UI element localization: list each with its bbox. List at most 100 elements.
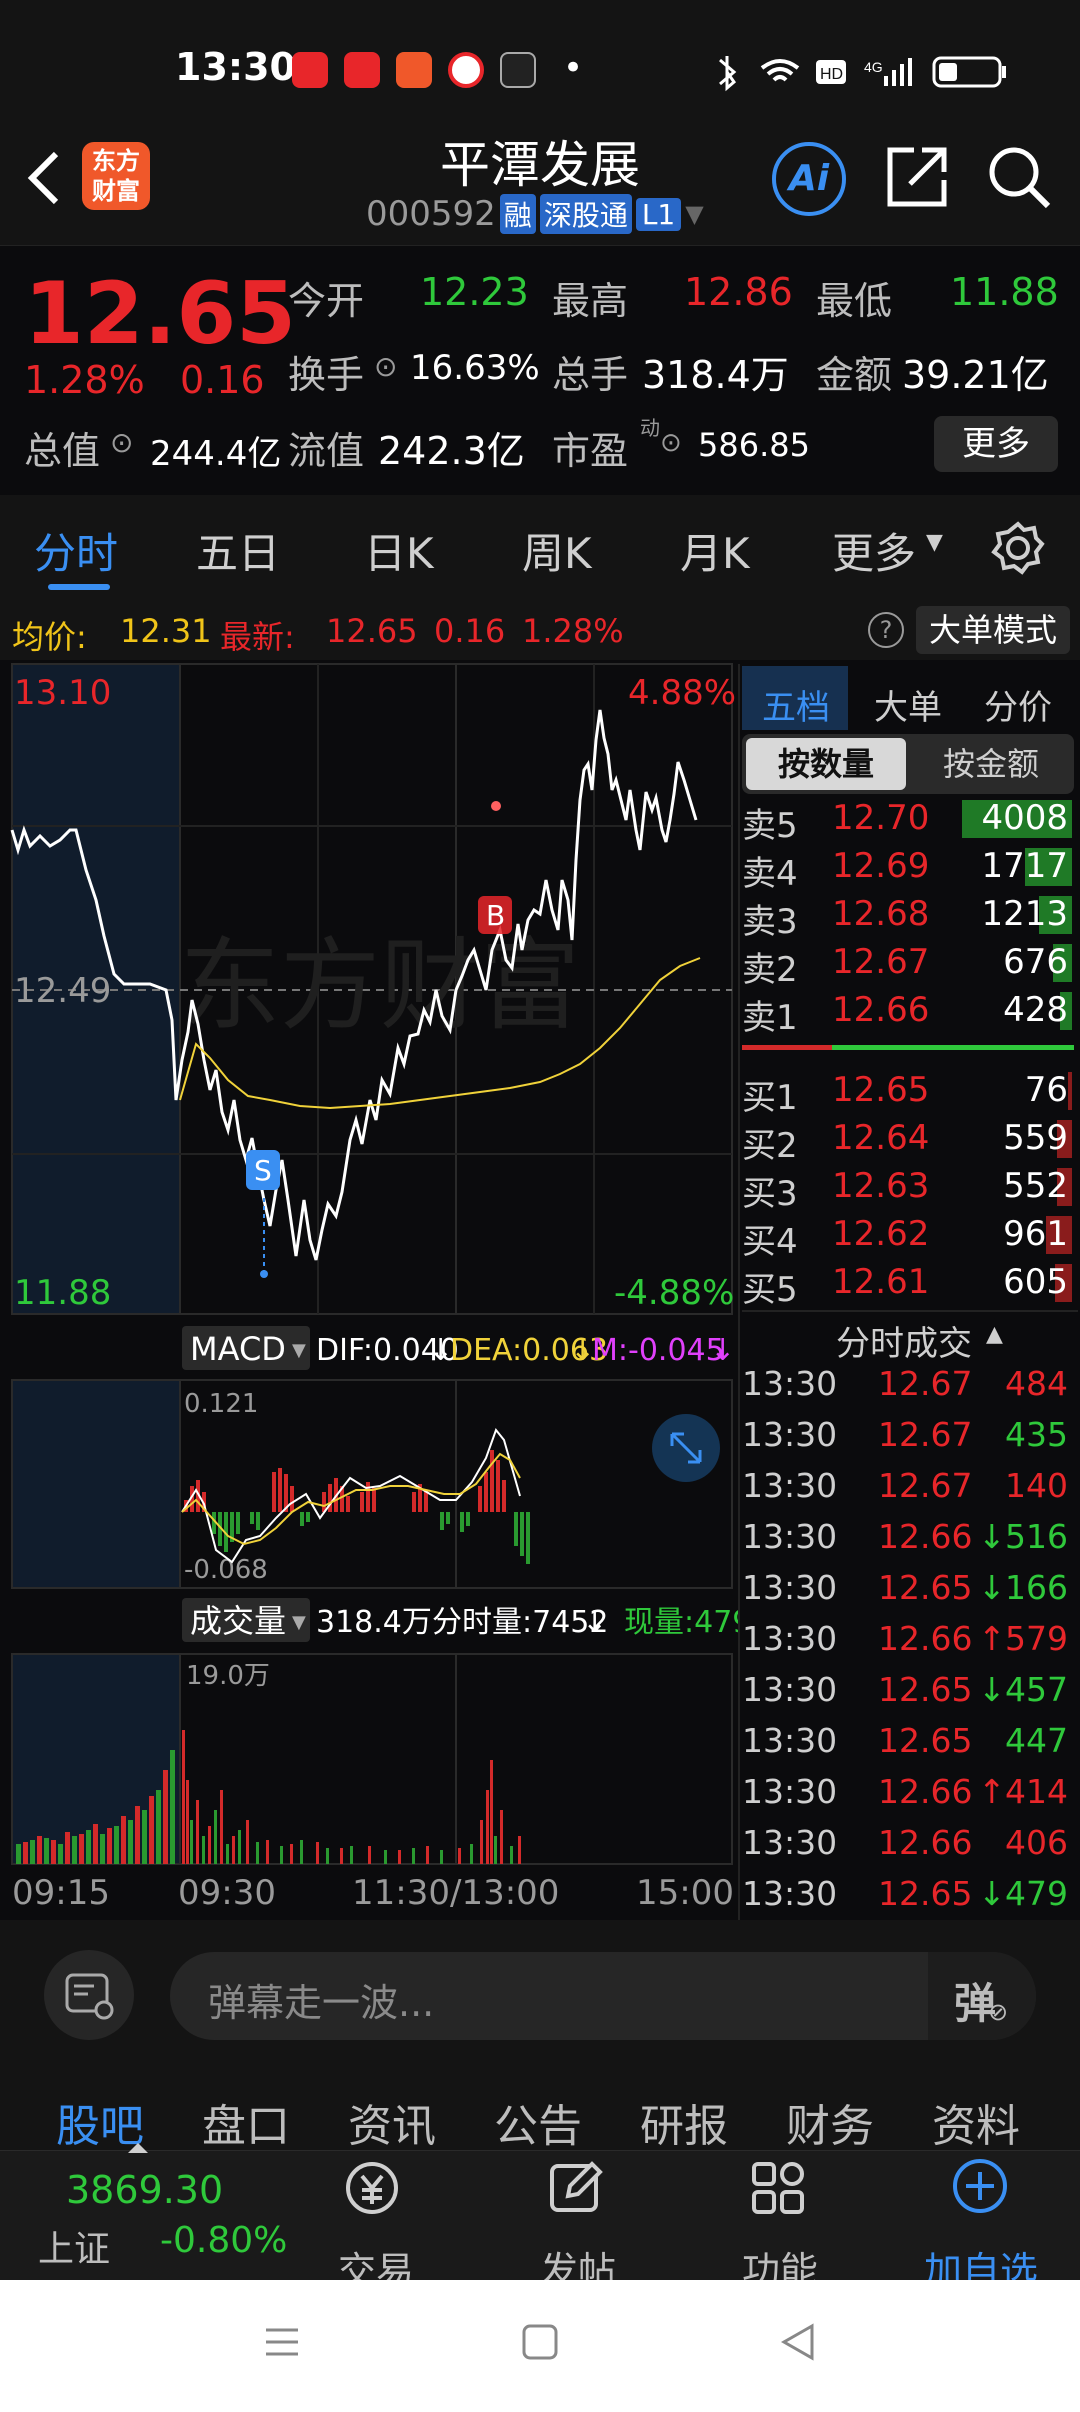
tab-big-orders[interactable]: 大单 xyxy=(874,680,942,729)
tab-news[interactable]: 资讯 xyxy=(348,2090,436,2154)
ask-label: 卖3 xyxy=(742,902,798,942)
add-watchlist-icon[interactable] xyxy=(950,2156,1010,2216)
trade-price: 12.65 xyxy=(878,1670,973,1709)
intraday-chart[interactable]: 东方财富 S B 13.10 12.49 11.88 4.88% -4.88% … xyxy=(0,660,738,1920)
bid-ask-ratio-green xyxy=(832,1045,1074,1050)
danmu-settings-icon[interactable] xyxy=(64,1972,116,2020)
turnover-label: 换手 xyxy=(288,353,365,397)
tab-financials[interactable]: 财务 xyxy=(786,2090,874,2154)
index-up-caret-icon xyxy=(128,2143,148,2153)
asks-level-row[interactable]: 卖3 12.68 1213 xyxy=(742,890,1076,942)
tab-daily-k[interactable]: 日K xyxy=(364,520,434,581)
tab-monthly-k[interactable]: 月K xyxy=(680,520,750,581)
turnover-value: 16.63% xyxy=(410,348,540,388)
help-icon[interactable]: ? xyxy=(868,612,904,648)
back-icon[interactable] xyxy=(778,2322,818,2362)
trades-title: 分时成交 xyxy=(836,1324,972,1364)
menu-icon[interactable] xyxy=(262,2322,302,2362)
time-label-close: 15:00 xyxy=(636,1873,734,1913)
bid-price: 12.63 xyxy=(832,1166,930,1206)
asks-level-row[interactable]: 卖4 12.69 1717 xyxy=(742,842,1076,894)
index-value[interactable]: 3869.30 xyxy=(66,2168,223,2212)
trades-header[interactable]: 分时成交 ▲ xyxy=(742,1310,1078,1364)
open-value: 12.23 xyxy=(420,270,529,314)
trade-row: 13:30 12.65 447 xyxy=(742,1719,1076,1769)
bid-qty: 552 xyxy=(1003,1166,1068,1206)
bid-qty: 559 xyxy=(1003,1118,1068,1158)
asks-level-row[interactable]: 卖1 12.66 428 xyxy=(742,986,1076,1038)
home-icon[interactable] xyxy=(520,2322,560,2362)
trade-arrow: ↓ xyxy=(978,1517,1006,1556)
ask-label: 卖1 xyxy=(742,998,798,1038)
function-grid-icon[interactable] xyxy=(748,2158,808,2218)
float-cap-label: 流值 xyxy=(288,429,365,473)
trade-time: 13:30 xyxy=(742,1364,838,1403)
stock-header: 东方 财富 平潭发展 000592 融 深股通 L1 ▼ Ai xyxy=(0,110,1080,245)
trade-row: 13:30 12.65 ↓ 479 xyxy=(742,1872,1076,1922)
macd-top-label: 0.121 xyxy=(184,1389,258,1419)
music-app-icon xyxy=(292,52,328,88)
asks-level-row[interactable]: 卖2 12.67 676 xyxy=(742,938,1076,990)
index-change[interactable]: -0.80% xyxy=(160,2220,287,2261)
latest-label: 最新: xyxy=(220,618,295,656)
info-icon[interactable]: ⊙ xyxy=(110,426,133,459)
tab-price-dist[interactable]: 分价 xyxy=(984,680,1052,729)
trade-qty: 457 xyxy=(1005,1670,1068,1709)
tab-intraday[interactable]: 分时 xyxy=(34,520,118,581)
bids-level-row[interactable]: 买2 12.64 559 xyxy=(742,1114,1076,1166)
ask-qty: 1213 xyxy=(981,894,1068,934)
danmu-toggle-button[interactable]: 弹 ⊘ xyxy=(928,1952,1036,2040)
big-order-mode-button[interactable]: 大单模式 xyxy=(916,606,1070,654)
tab-weekly-k[interactable]: 周K xyxy=(522,520,592,581)
latest-value: 12.65 xyxy=(326,612,418,650)
bids-level-row[interactable]: 买4 12.62 961 xyxy=(742,1210,1076,1262)
trade-price: 12.65 xyxy=(878,1568,973,1607)
bid-label: 买1 xyxy=(742,1078,798,1118)
chart-info-bar: 均价: 12.31 最新: 12.65 0.16 1.28% ? 大单模式 xyxy=(0,600,1080,660)
tab-more[interactable]: 更多 xyxy=(832,520,916,581)
settings-gear-icon[interactable] xyxy=(990,520,1046,576)
trade-qty: 479 xyxy=(1005,1874,1068,1913)
tab-profile[interactable]: 资料 xyxy=(932,2090,1020,2154)
more-button[interactable]: 更多 xyxy=(934,416,1058,472)
tab-announcements[interactable]: 公告 xyxy=(494,2090,582,2154)
trade-time: 13:30 xyxy=(742,1772,838,1811)
bid-price: 12.64 xyxy=(832,1118,930,1158)
ask-label: 卖5 xyxy=(742,806,798,846)
danmu-input[interactable]: 弹幕走一波... 弹 ⊘ xyxy=(170,1952,1036,2040)
svg-text:▼: ▼ xyxy=(292,1612,306,1633)
subtab-by-amount[interactable]: 按金额 xyxy=(912,738,1070,790)
level-badge[interactable]: L1 xyxy=(635,197,682,231)
tab-order-book[interactable]: 盘口 xyxy=(202,2090,290,2154)
dropdown-triangle-icon[interactable]: ▼ xyxy=(685,200,703,228)
margin-badge: 融 xyxy=(499,194,536,234)
collapse-triangle-icon[interactable]: ▲ xyxy=(986,1322,1003,1347)
info-icon[interactable]: ⊙ xyxy=(660,428,682,458)
tab-research[interactable]: 研报 xyxy=(640,2090,728,2154)
search-icon[interactable] xyxy=(986,144,1052,210)
index-name[interactable]: 上证 xyxy=(38,2220,110,2272)
change-amount: 0.16 xyxy=(180,358,265,402)
more-dropdown-icon[interactable]: ▼ xyxy=(926,530,943,555)
douyin-app-icon xyxy=(500,52,536,88)
bids-level-row[interactable]: 买1 12.65 76 xyxy=(742,1066,1076,1118)
asks-level-row[interactable]: 卖5 12.70 4008 xyxy=(742,794,1076,846)
ai-button[interactable]: Ai xyxy=(772,142,846,216)
tab-five-levels[interactable]: 五档 xyxy=(762,680,830,729)
post-icon[interactable] xyxy=(546,2158,606,2218)
trade-time: 13:30 xyxy=(742,1517,838,1556)
bluetooth-icon xyxy=(719,56,737,92)
tab-five-day[interactable]: 五日 xyxy=(196,520,280,581)
stock-code-row: 000592 融 深股通 L1 ▼ xyxy=(366,192,704,236)
ask-label: 卖4 xyxy=(742,854,798,894)
trade-icon[interactable] xyxy=(342,2158,402,2218)
time-label-930: 09:30 xyxy=(178,1873,276,1913)
subtab-by-quantity[interactable]: 按数量 xyxy=(746,738,906,790)
bids-level-row[interactable]: 买5 12.61 605 xyxy=(742,1258,1076,1310)
bids-volume-bar xyxy=(1068,1072,1072,1110)
weibo-app-icon xyxy=(344,52,380,88)
share-icon[interactable] xyxy=(884,144,950,210)
bids-level-row[interactable]: 买3 12.63 552 xyxy=(742,1162,1076,1214)
info-icon[interactable]: ⊙ xyxy=(374,350,397,383)
price-mid-label: 12.49 xyxy=(14,971,111,1011)
